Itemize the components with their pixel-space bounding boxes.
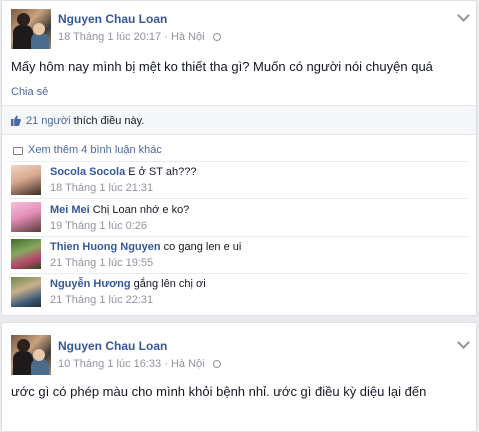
comment-line: Nguyễn Hương gắng lên chị ơi — [50, 278, 206, 290]
commenter-avatar[interactable] — [11, 277, 41, 307]
globe-icon — [212, 33, 221, 41]
commenter-avatar[interactable] — [11, 165, 41, 195]
commenter-name[interactable]: Thien Huong Nguyen — [50, 241, 161, 253]
likes-row: 21 người thích điều này. — [2, 105, 476, 135]
avatar[interactable] — [11, 9, 51, 49]
avatar[interactable] — [11, 335, 51, 375]
likes-summary: 21 người thích điều này. — [26, 115, 144, 127]
share-link[interactable]: Chia sẻ — [11, 86, 48, 98]
comment-time[interactable]: 18 Tháng 1 lúc 21:31 — [50, 182, 153, 194]
post-card: Nguyen Chau Loan 10 Tháng 1 lúc 16:33 · … — [1, 322, 477, 432]
comment-text: E ở ST ah??? — [128, 166, 197, 178]
comment-text: co gang len e ui — [163, 241, 242, 253]
likes-count[interactable]: 21 người — [26, 115, 71, 127]
post-timestamp[interactable]: 10 Tháng 1 lúc 16:33 — [58, 358, 161, 370]
view-more-comments[interactable]: Xem thêm 4 bình luận khác — [28, 144, 162, 156]
globe-icon — [212, 360, 221, 368]
comment-time[interactable]: 21 Tháng 1 lúc 19:55 — [50, 257, 153, 269]
commenter-name[interactable]: Socola Socola — [50, 166, 125, 178]
post-timestamp[interactable]: 18 Tháng 1 lúc 20:17 — [58, 31, 161, 43]
comment-time[interactable]: 19 Tháng 1 lúc 0:26 — [50, 220, 147, 232]
post-text: ước gì có phép màu cho mình khỏi bệnh nh… — [11, 384, 427, 399]
thumbs-up-icon — [11, 115, 21, 126]
commenter-avatar[interactable] — [11, 239, 41, 269]
comment-line: Socola Socola E ở ST ah??? — [50, 166, 196, 178]
post-author[interactable]: Nguyen Chau Loan — [58, 339, 167, 353]
comment-line: Mei Mei Chị Loan nhớ e ko? — [50, 204, 189, 216]
comment-text: gắng lên chị ơi — [133, 278, 206, 290]
commenter-name[interactable]: Nguyễn Hương — [50, 278, 131, 290]
post-text: Mấy hôm nay mình bị mệt ko thiết tha gì?… — [11, 59, 433, 74]
likes-suffix: thích điều này. — [73, 115, 145, 127]
chevron-down-icon[interactable] — [457, 9, 470, 22]
post-location[interactable]: Hà Nội — [171, 358, 205, 370]
comment-time[interactable]: 21 Tháng 1 lúc 22:31 — [50, 294, 153, 306]
post-meta: 18 Tháng 1 lúc 20:17 · Hà Nội — [58, 31, 221, 43]
comment-icon — [13, 147, 23, 155]
chevron-down-icon[interactable] — [457, 336, 470, 349]
post-card: Nguyen Chau Loan 18 Tháng 1 lúc 20:17 · … — [1, 0, 477, 316]
comment-text: Chị Loan nhớ e ko? — [92, 204, 190, 216]
post-meta: 10 Tháng 1 lúc 16:33 · Hà Nội — [58, 358, 221, 370]
commenter-name[interactable]: Mei Mei — [50, 204, 90, 216]
post-author[interactable]: Nguyen Chau Loan — [58, 12, 167, 26]
comment-line: Thien Huong Nguyen co gang len e ui — [50, 241, 241, 253]
post-location[interactable]: Hà Nội — [171, 31, 205, 43]
commenter-avatar[interactable] — [11, 202, 41, 232]
